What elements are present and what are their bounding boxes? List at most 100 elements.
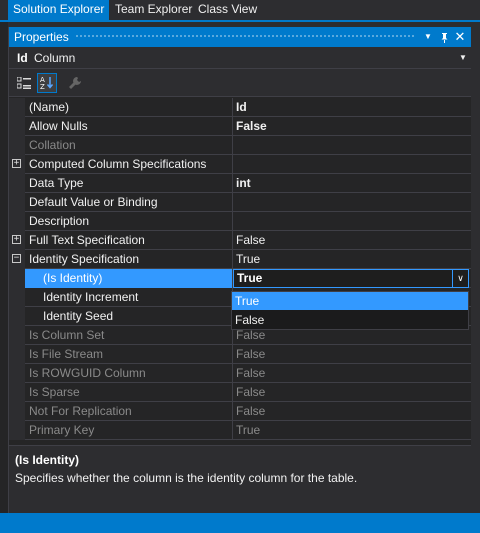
property-row[interactable]: + Full Text Specification False — [9, 231, 471, 250]
expand-icon[interactable]: + — [12, 235, 21, 244]
is-identity-dropdown-list[interactable]: True False — [231, 291, 469, 330]
column-divider — [232, 174, 233, 193]
collapse-icon[interactable]: − — [12, 254, 21, 263]
property-name: Description — [29, 214, 90, 228]
properties-toolbar: A Z — [9, 69, 471, 97]
tab-class-view[interactable]: Class View — [193, 0, 262, 20]
property-row[interactable]: Allow Nulls False — [9, 117, 471, 136]
dropdown-option-false[interactable]: False — [232, 311, 468, 329]
property-value: False — [236, 385, 266, 399]
property-name: Allow Nulls — [29, 119, 88, 133]
dropdown-option-true[interactable]: True — [232, 292, 468, 310]
property-name: Primary Key — [29, 423, 95, 437]
property-name: Not For Replication — [29, 404, 132, 418]
row-margin — [9, 307, 25, 326]
column-divider — [232, 155, 233, 174]
object-selector[interactable]: Id Column ▼ — [9, 47, 471, 69]
column-divider — [232, 98, 233, 117]
window-titlebar[interactable]: Properties ▼ ✕ — [9, 27, 471, 47]
row-margin — [9, 98, 25, 117]
property-name: (Name) — [29, 100, 70, 114]
property-value: False — [236, 347, 266, 361]
property-name: Computed Column Specifications — [29, 157, 207, 171]
property-row[interactable]: Is ROWGUID Column False — [9, 364, 471, 383]
chevron-down-icon[interactable]: ▼ — [459, 47, 467, 69]
property-value[interactable]: True — [236, 250, 260, 268]
property-row[interactable]: + Computed Column Specifications — [9, 155, 471, 174]
property-name: Collation — [29, 138, 76, 152]
property-row[interactable]: Not For Replication False — [9, 402, 471, 421]
property-row[interactable]: Collation — [9, 136, 471, 155]
tab-solution-explorer[interactable]: Solution Explorer — [8, 0, 110, 20]
column-divider — [232, 345, 233, 364]
pin-icon[interactable] — [437, 27, 451, 47]
categorized-icon[interactable] — [14, 73, 34, 93]
status-bar — [0, 513, 480, 533]
window-menu-dropdown-icon[interactable]: ▼ — [421, 27, 435, 47]
property-row[interactable]: Is Sparse False — [9, 383, 471, 402]
left-edge — [0, 22, 8, 513]
property-value[interactable]: False — [236, 117, 267, 135]
property-value[interactable]: False — [236, 231, 265, 249]
column-divider — [232, 136, 233, 155]
expand-icon[interactable]: + — [12, 159, 21, 168]
property-value: True — [236, 423, 261, 437]
property-value: False — [236, 366, 266, 380]
description-title: (Is Identity) — [15, 453, 80, 467]
row-margin — [9, 402, 25, 421]
property-row[interactable]: Description — [9, 212, 471, 231]
wrench-icon — [65, 73, 85, 93]
property-value: True — [237, 271, 263, 285]
row-margin — [9, 193, 25, 212]
property-name: Is Sparse — [29, 385, 80, 399]
row-margin — [9, 174, 25, 193]
property-name: Is File Stream — [29, 347, 104, 361]
property-row[interactable]: Primary Key True — [9, 421, 471, 440]
column-divider — [232, 193, 233, 212]
property-name: Is Column Set — [29, 328, 105, 342]
property-row[interactable]: − Identity Specification True — [9, 250, 471, 269]
property-row[interactable]: (Name) Id — [9, 98, 471, 117]
property-row[interactable]: Is File Stream False — [9, 345, 471, 364]
properties-window: Properties ▼ ✕ Id Column ▼ A Z (Name) Id… — [8, 27, 471, 513]
column-divider — [232, 212, 233, 231]
property-row[interactable]: Default Value or Binding — [9, 193, 471, 212]
alphabetical-icon[interactable]: A Z — [37, 73, 57, 93]
property-name: Identity Specification — [29, 252, 140, 266]
row-margin — [9, 345, 25, 364]
property-name: Data Type — [29, 176, 84, 190]
row-margin — [9, 117, 25, 136]
property-value[interactable]: Id — [236, 98, 247, 116]
tab-team-explorer[interactable]: Team Explorer — [110, 0, 197, 20]
property-name: Is ROWGUID Column — [29, 366, 146, 380]
property-grid: (Name) Id Allow Nulls False Collation + Comput… — [9, 98, 471, 440]
chevron-down-icon[interactable]: ∨ — [452, 270, 468, 287]
titlebar-grip — [75, 34, 415, 39]
tabs-underline — [0, 20, 480, 22]
object-type: Column — [34, 51, 76, 65]
row-margin — [9, 326, 25, 345]
row-margin — [9, 288, 25, 307]
property-name: (Is Identity) — [43, 271, 103, 285]
row-margin — [9, 364, 25, 383]
column-divider — [232, 231, 233, 250]
description-text: Specifies whether the column is the iden… — [15, 471, 358, 485]
is-identity-combobox[interactable]: True ∨ — [233, 269, 469, 288]
column-divider — [232, 383, 233, 402]
property-name: Identity Increment — [43, 290, 139, 304]
property-row[interactable]: Data Type int — [9, 174, 471, 193]
close-icon[interactable]: ✕ — [453, 27, 467, 47]
property-row[interactable]: (Is Identity) True ∨ — [9, 269, 471, 288]
row-margin — [9, 269, 25, 288]
svg-text:Z: Z — [40, 83, 45, 90]
property-name: Full Text Specification — [29, 233, 145, 247]
right-edge — [471, 22, 480, 513]
column-divider — [232, 250, 233, 269]
column-divider — [232, 421, 233, 440]
window-title: Properties — [14, 30, 69, 44]
column-divider — [232, 402, 233, 421]
property-value[interactable]: int — [236, 174, 251, 192]
row-margin — [9, 212, 25, 231]
row-margin — [9, 421, 25, 440]
row-margin — [9, 136, 25, 155]
